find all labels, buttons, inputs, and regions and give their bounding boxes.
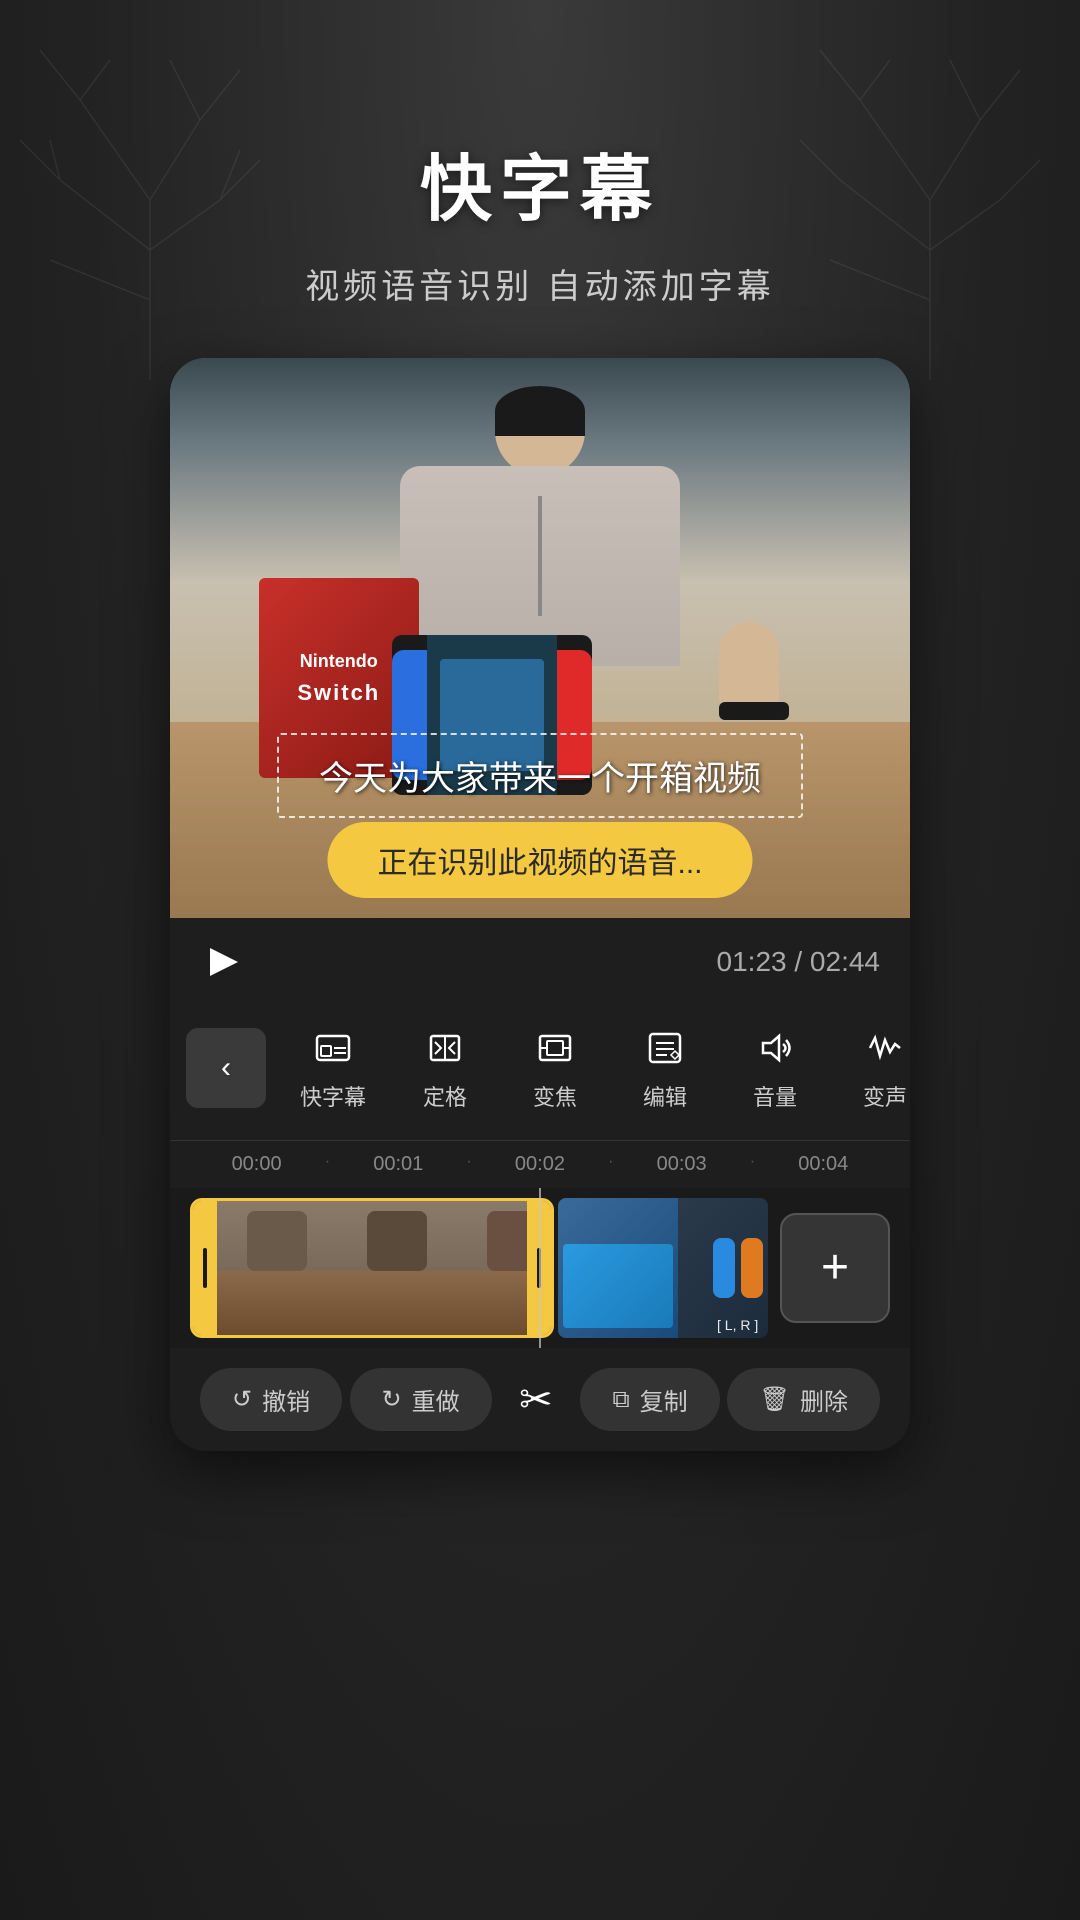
person-hair (495, 386, 585, 436)
tool-bianji[interactable]: 编辑 (610, 1016, 720, 1120)
timeline-ruler: 00:00 · 00:01 · 00:02 · 00:03 · 00:04 (170, 1141, 910, 1188)
selected-clip[interactable]: 01:20 (190, 1198, 554, 1338)
tool-label-bianji: 编辑 (643, 1080, 687, 1112)
ruler-mark-4: 00:04 (798, 1153, 848, 1176)
volume-icon (751, 1024, 799, 1072)
tools-list: 快字幕 定格 (276, 1016, 910, 1120)
play-icon (210, 948, 238, 976)
ruler-marks: 00:00 · 00:01 · 00:02 · 00:03 · 00:04 (170, 1153, 910, 1176)
page-content: 快字幕 视频语音识别 自动添加字幕 (0, 0, 1080, 1920)
clip-text-1: Con (558, 1315, 678, 1333)
freeze-icon (421, 1024, 469, 1072)
add-clip-button[interactable]: + (780, 1213, 890, 1323)
voice-icon (861, 1024, 909, 1072)
tool-yinliang[interactable]: 音量 (720, 1016, 830, 1120)
time-display: 01:23 / 02:44 (717, 946, 880, 978)
frame-table-1 (217, 1271, 337, 1338)
unsel-frame-2: [ L, R ] (678, 1198, 768, 1338)
tool-label-kuzimu: 快字幕 (300, 1080, 366, 1112)
toolbar: ‹ 快字幕 (170, 1006, 910, 1141)
tool-label-yinliang: 音量 (753, 1080, 797, 1112)
delete-button[interactable]: 🗑 删除 (727, 1368, 879, 1431)
handle-bar-left (203, 1248, 207, 1288)
add-icon: + (821, 1244, 849, 1292)
ruler-mark-2: 00:02 (515, 1153, 565, 1176)
ruler-time-4: 00:04 (798, 1153, 848, 1176)
clip-text-2: [ L, R ] (678, 1317, 768, 1333)
header: 快字幕 视频语音识别 自动添加字幕 (305, 0, 774, 348)
frame-thumb-3 (457, 1201, 527, 1338)
clip-frame-2 (337, 1201, 457, 1338)
video-area: Nintendo Switch (170, 358, 910, 918)
play-button[interactable] (200, 938, 248, 986)
back-icon: ‹ (221, 1051, 231, 1085)
video-scene: Nintendo Switch (170, 358, 910, 918)
timeline-wrapper: 01:20 Con (170, 1188, 910, 1348)
subtitle-icon (309, 1024, 357, 1072)
delete-label: 删除 (800, 1382, 848, 1417)
person-hand (719, 622, 799, 722)
frame-table-2 (337, 1271, 457, 1338)
tool-label-bianjiao: 变焦 (533, 1080, 577, 1112)
copy-label: 复制 (640, 1382, 688, 1417)
tool-bisheng[interactable]: 变声 (830, 1016, 910, 1120)
ruler-time-2: 00:02 (515, 1153, 565, 1176)
phone-mockup: Nintendo Switch (170, 358, 910, 1451)
ruler-dot-2: · (608, 1153, 613, 1176)
tool-dinge[interactable]: 定格 (390, 1016, 500, 1120)
undo-icon: ↺ (232, 1385, 252, 1414)
tool-kuzimu[interactable]: 快字幕 (276, 1016, 390, 1120)
clip-frame-1 (217, 1201, 337, 1338)
ruler-time-1: 00:01 (373, 1153, 423, 1176)
unselected-clip-1[interactable]: Con [ L, R ] (558, 1198, 768, 1338)
ruler-mark-0: 00:00 (232, 1153, 282, 1176)
page-subtitle: 视频语音识别 自动添加字幕 (305, 259, 774, 308)
scissors-icon: ✂ (519, 1377, 553, 1423)
back-button[interactable]: ‹ (186, 1028, 266, 1108)
delete-icon: 🗑 (759, 1385, 789, 1414)
ruler-time-3: 00:03 (657, 1153, 707, 1176)
copy-button[interactable]: ⧉ 复制 (580, 1368, 720, 1431)
frame-thumb-2 (337, 1201, 457, 1338)
tool-label-bisheng: 变声 (863, 1080, 907, 1112)
unsel-frame-1: Con (558, 1198, 678, 1338)
page-title: 快字幕 (305, 130, 774, 235)
ruler-mark-1: 00:01 (373, 1153, 423, 1176)
frame-thumb-1 (217, 1201, 337, 1338)
frame-table-3 (457, 1271, 527, 1338)
cut-button[interactable]: ✂ (499, 1377, 573, 1423)
clip-frame-3: 01:20 (457, 1201, 527, 1338)
zoom-icon (531, 1024, 579, 1072)
processing-text: 正在识别此视频的语音... (377, 847, 702, 880)
ruler-mark-3: 00:03 (657, 1153, 707, 1176)
zipper (538, 496, 542, 616)
clip-handle-left[interactable] (193, 1201, 217, 1335)
timeline-playhead-line (539, 1188, 541, 1348)
redo-label: 重做 (412, 1382, 460, 1417)
video-controls: 01:23 / 02:44 (170, 918, 910, 1006)
subtitle-text: 今天为大家带来一个开箱视频 (319, 760, 761, 798)
ruler-dot-0: · (325, 1153, 330, 1176)
undo-label: 撤销 (262, 1382, 310, 1417)
ruler-dot-1: · (466, 1153, 471, 1176)
copy-icon: ⧉ (612, 1386, 629, 1414)
subtitle-overlay: 今天为大家带来一个开箱视频 (277, 733, 803, 818)
tool-bianjiao[interactable]: 变焦 (500, 1016, 610, 1120)
redo-icon: ↻ (382, 1385, 402, 1414)
processing-badge: 正在识别此视频的语音... (327, 822, 752, 898)
redo-button[interactable]: ↻ 重做 (350, 1368, 492, 1431)
bottom-actions: ↺ 撤销 ↻ 重做 ✂ ⧉ 复制 🗑 删除 (170, 1348, 910, 1451)
ruler-dot-3: · (750, 1153, 755, 1176)
ruler-time-0: 00:00 (232, 1153, 282, 1176)
tool-label-dinge: 定格 (423, 1080, 467, 1112)
clip-frames: 01:20 (217, 1201, 527, 1338)
undo-button[interactable]: ↺ 撤销 (200, 1368, 342, 1431)
edit-icon (641, 1024, 689, 1072)
